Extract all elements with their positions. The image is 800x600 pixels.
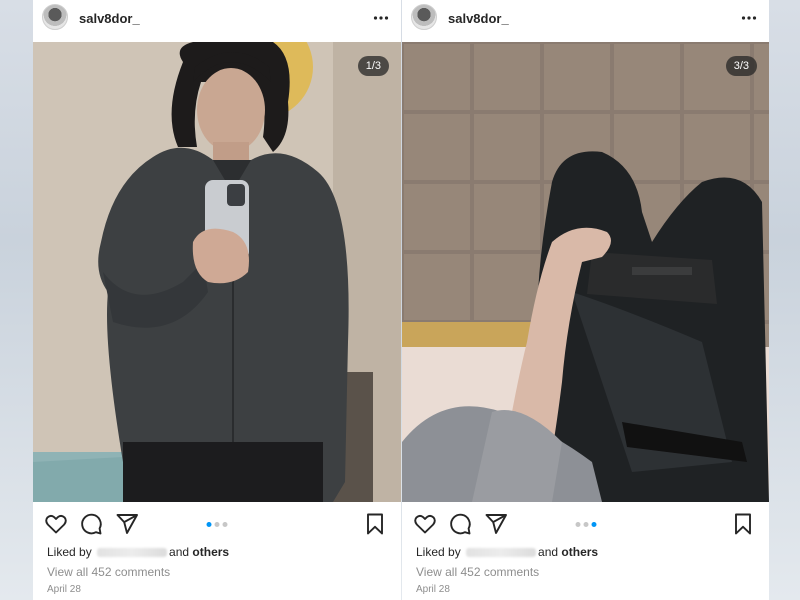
liked-by-label: Liked by xyxy=(47,545,92,559)
others-link[interactable]: others xyxy=(561,545,598,559)
instagram-post-right: salv8dor_ 3/3 Liked by and others View a… xyxy=(402,0,769,600)
blurred-username xyxy=(97,548,168,558)
liked-and-label: and xyxy=(538,545,559,559)
selfie-photo xyxy=(33,42,401,502)
likes-line: Liked by and others xyxy=(416,545,598,559)
carousel-indicator xyxy=(575,522,596,527)
share-icon[interactable] xyxy=(484,512,508,536)
heart-icon[interactable] xyxy=(413,512,437,536)
liked-and-label: and xyxy=(169,545,190,559)
post-header: salv8dor_ xyxy=(33,0,401,38)
username[interactable]: salv8dor_ xyxy=(79,11,140,26)
image-counter: 3/3 xyxy=(725,56,757,76)
action-bar xyxy=(33,510,401,538)
liked-by-label: Liked by xyxy=(416,545,461,559)
carousel-dot xyxy=(583,522,588,527)
bookmark-icon[interactable] xyxy=(363,512,387,536)
profile-avatar[interactable] xyxy=(42,4,68,30)
instagram-post-left: salv8dor_ 1/3 Liked by and others View a… xyxy=(33,0,401,600)
more-options-icon[interactable] xyxy=(373,10,389,26)
profile-avatar[interactable] xyxy=(411,4,437,30)
action-bar xyxy=(402,510,769,538)
carousel-dot xyxy=(206,522,212,527)
heart-icon[interactable] xyxy=(44,512,68,536)
bookmark-icon[interactable] xyxy=(731,512,755,536)
others-link[interactable]: others xyxy=(192,545,229,559)
share-icon[interactable] xyxy=(115,512,139,536)
comment-icon[interactable] xyxy=(448,512,472,536)
post-date: April 28 xyxy=(416,584,450,595)
floor-photo xyxy=(402,42,769,502)
view-comments-link[interactable]: View all 452 comments xyxy=(47,565,170,579)
image-counter: 1/3 xyxy=(357,56,389,76)
carousel-dot xyxy=(591,522,596,527)
likes-line: Liked by and others xyxy=(47,545,229,559)
post-photo[interactable]: 1/3 xyxy=(33,42,401,502)
carousel-indicator xyxy=(206,522,228,527)
blurred-username xyxy=(466,548,537,558)
carousel-dot xyxy=(214,522,220,527)
carousel-dot xyxy=(222,522,228,527)
post-date: April 28 xyxy=(47,584,81,595)
username[interactable]: salv8dor_ xyxy=(448,11,509,26)
carousel-dot xyxy=(575,522,580,527)
post-header: salv8dor_ xyxy=(402,0,769,38)
view-comments-link[interactable]: View all 452 comments xyxy=(416,565,539,579)
more-options-icon[interactable] xyxy=(741,10,757,26)
post-photo[interactable]: 3/3 xyxy=(402,42,769,502)
comment-icon[interactable] xyxy=(79,512,103,536)
